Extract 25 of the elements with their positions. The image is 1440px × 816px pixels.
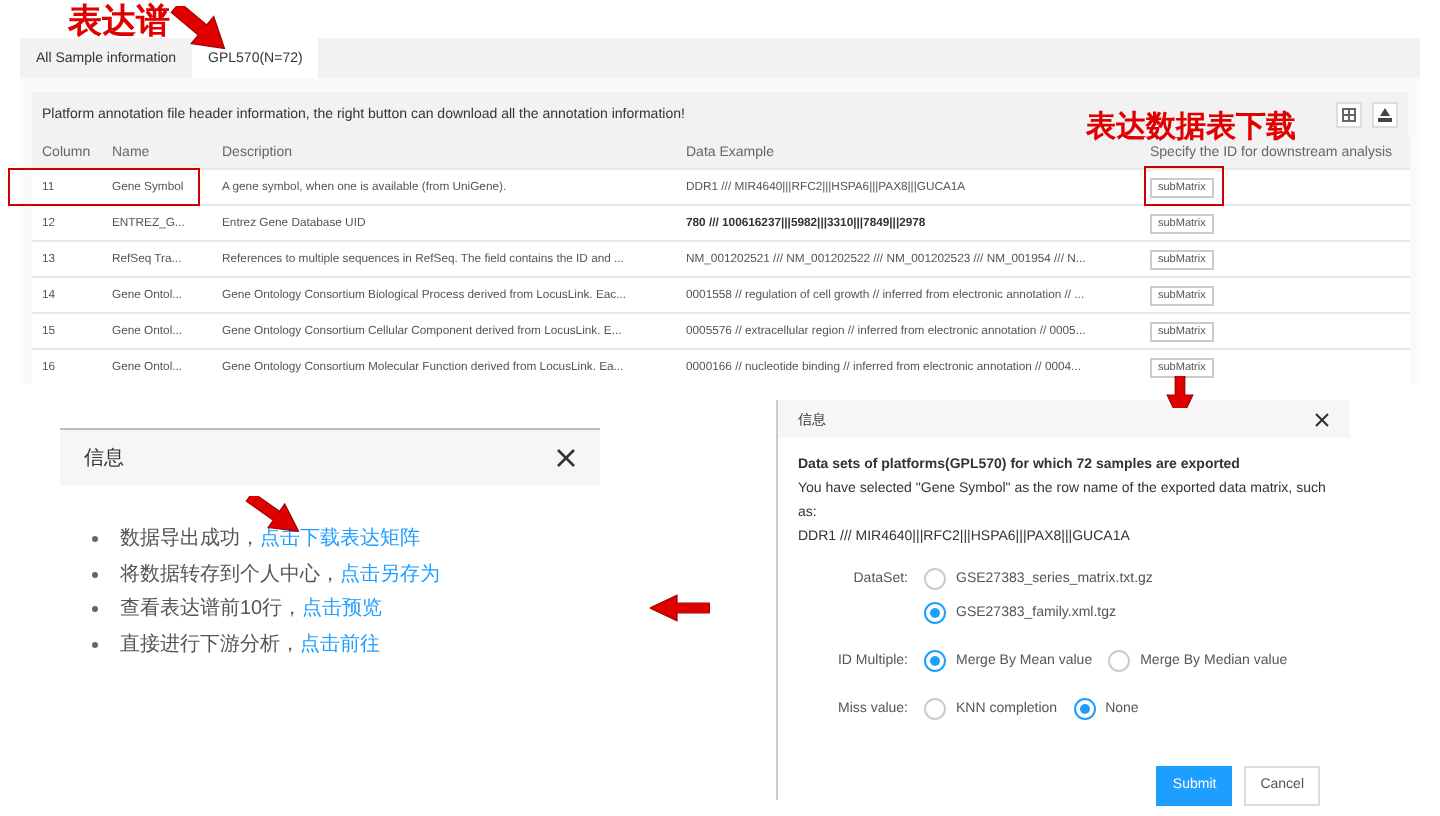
radio-button[interactable] xyxy=(924,602,946,624)
radio-button[interactable] xyxy=(924,698,946,720)
highlight-frame xyxy=(1144,166,1224,206)
bullet-icon xyxy=(92,571,98,578)
list-text: 将数据转存到个人中心， xyxy=(120,561,340,589)
bullet-icon xyxy=(92,536,98,543)
radio-button[interactable] xyxy=(1108,650,1131,672)
list-text: 查看表达谱前10行， xyxy=(120,595,303,624)
annotation-arrow xyxy=(650,592,710,624)
radio-button[interactable] xyxy=(1073,698,1096,720)
columns-button[interactable] xyxy=(1336,101,1362,127)
dialog-title: 信息 xyxy=(84,445,124,472)
close-icon[interactable] xyxy=(1314,411,1330,427)
radio-button[interactable] xyxy=(924,650,946,672)
list-text: 数据导出成功， xyxy=(120,525,260,554)
upload-icon xyxy=(1378,107,1392,121)
grid-icon xyxy=(1342,107,1356,121)
radio-button[interactable] xyxy=(924,568,946,590)
annotation-label: 表达谱 xyxy=(68,4,170,38)
bullet-icon xyxy=(92,606,98,613)
bullet-icon xyxy=(92,641,98,648)
annotation-label: 表达数据表下载 xyxy=(1086,112,1296,142)
download-button[interactable] xyxy=(1372,101,1398,127)
list-text: 直接进行下游分析， xyxy=(120,631,300,659)
close-icon[interactable] xyxy=(556,448,576,468)
